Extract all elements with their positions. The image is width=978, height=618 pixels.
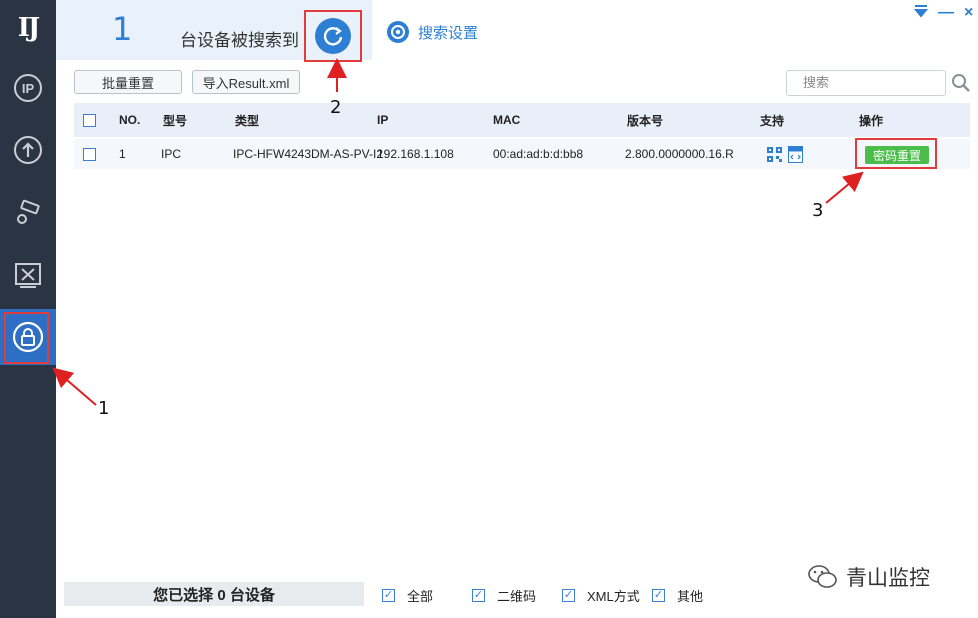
- arrow-3: [825, 171, 864, 204]
- watermark-label: 青山监控: [846, 567, 930, 590]
- filter-xml-label: XML方式: [587, 589, 640, 604]
- selected-count-label: 您已选择 0 台设备: [64, 582, 364, 606]
- checkbox-checked-icon: ✓: [472, 589, 485, 602]
- filter-qr-label: 二维码: [497, 589, 537, 604]
- checkbox-checked-icon: ✓: [562, 589, 575, 602]
- wechat-watermark: 青山监控: [808, 562, 930, 592]
- filter-all-label: 全部: [407, 589, 434, 604]
- filter-other[interactable]: ✓ 其他: [652, 586, 703, 605]
- checkbox-checked-icon: ✓: [382, 589, 395, 602]
- filter-qr-code[interactable]: ✓ 二维码: [472, 586, 536, 605]
- filter-all[interactable]: ✓ 全部: [382, 586, 433, 605]
- arrow-1: [52, 367, 97, 406]
- wechat-icon: [808, 565, 837, 588]
- annotation-arrows: [52, 58, 864, 406]
- annotation-1: 1: [98, 398, 110, 419]
- filter-xml[interactable]: ✓ XML方式: [562, 586, 640, 605]
- annotation-3: 3: [812, 200, 824, 221]
- checkbox-checked-icon: ✓: [652, 589, 665, 602]
- filter-other-label: 其他: [677, 589, 704, 604]
- annotation-2: 2: [330, 97, 342, 118]
